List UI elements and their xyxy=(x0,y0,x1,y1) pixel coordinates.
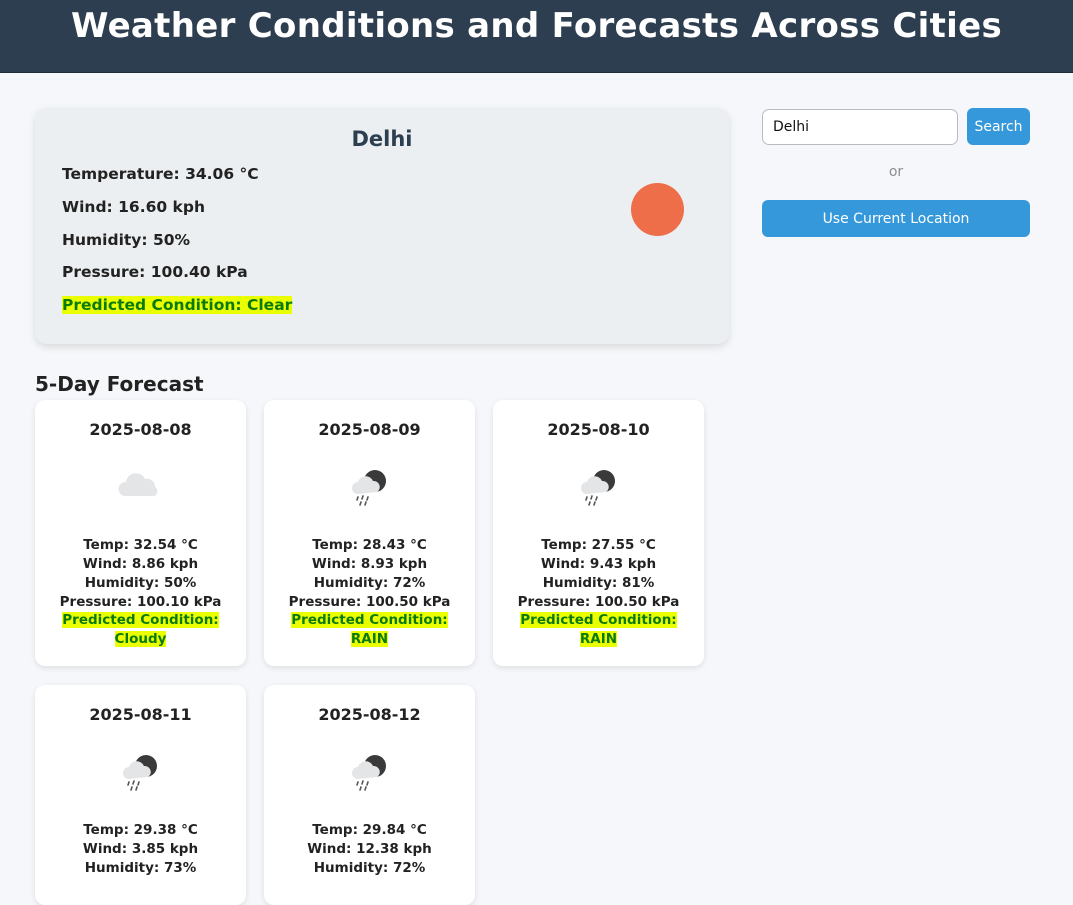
cloud-icon xyxy=(118,473,158,496)
forecast-date: 2025-08-12 xyxy=(318,705,421,724)
forecast-condition-value: RAIN xyxy=(350,631,389,647)
forecast-condition-value: RAIN xyxy=(579,631,618,647)
forecast-humidity: Humidity: 72% xyxy=(313,860,426,876)
or-separator: or xyxy=(888,164,904,180)
search-button[interactable]: Search xyxy=(967,108,1030,145)
forecast-wind: Wind: 8.86 kph xyxy=(82,556,199,572)
forecast-condition: Predicted Condition: RAIN xyxy=(284,611,455,649)
current-humidity: Humidity: 50% xyxy=(62,231,191,249)
city-search-input[interactable] xyxy=(762,109,958,145)
current-wind: Wind: 16.60 kph xyxy=(62,198,205,216)
page-header: Weather Conditions and Forecasts Across … xyxy=(0,0,1073,73)
forecast-date: 2025-08-09 xyxy=(318,420,421,439)
forecast-humidity: Humidity: 50% xyxy=(84,575,197,591)
forecast-card: 2025-08-12 Temp: 29.84 °C Wind: 12.38 kp… xyxy=(264,685,475,905)
forecast-date: 2025-08-11 xyxy=(89,705,192,724)
current-temperature: Temperature: 34.06 °C xyxy=(62,165,259,183)
forecast-card: 2025-08-08 Temp: 32.54 °C Wind: 8.86 kph… xyxy=(35,400,246,666)
forecast-date: 2025-08-08 xyxy=(89,420,192,439)
forecast-condition-value: Cloudy xyxy=(114,631,167,647)
forecast-temp: Temp: 28.43 °C xyxy=(312,537,427,553)
rain-night-icon xyxy=(352,470,386,506)
forecast-wind: Wind: 9.43 kph xyxy=(540,556,657,572)
rain-night-icon xyxy=(581,470,615,506)
forecast-wind: Wind: 8.93 kph xyxy=(311,556,428,572)
forecast-condition-label: Predicted Condition: xyxy=(62,612,219,628)
forecast-humidity: Humidity: 81% xyxy=(542,575,655,591)
forecast-card: 2025-08-11 Temp: 29.38 °C Wind: 3.85 kph… xyxy=(35,685,246,905)
city-name: Delhi xyxy=(351,127,413,151)
forecast-wind: Wind: 3.85 kph xyxy=(82,841,199,857)
forecast-humidity: Humidity: 73% xyxy=(84,860,197,876)
forecast-temp: Temp: 29.38 °C xyxy=(83,822,198,838)
forecast-card: 2025-08-09 Temp: 28.43 °C Wind: 8.93 kph… xyxy=(264,400,475,666)
current-weather-card: Delhi Temperature: 34.06 °C Wind: 16.60 … xyxy=(35,108,729,344)
forecast-heading: 5-Day Forecast xyxy=(35,372,204,396)
forecast-pressure: Pressure: 100.10 kPa xyxy=(59,594,222,610)
forecast-temp: Temp: 32.54 °C xyxy=(83,537,198,553)
forecast-wind: Wind: 12.38 kph xyxy=(307,841,432,857)
sun-icon xyxy=(631,183,684,236)
forecast-temp: Temp: 29.84 °C xyxy=(312,822,427,838)
rain-night-icon xyxy=(352,755,386,791)
forecast-card: 2025-08-10 Temp: 27.55 °C Wind: 9.43 kph… xyxy=(493,400,704,666)
current-condition: Predicted Condition: Clear xyxy=(62,296,293,314)
forecast-pressure: Pressure: 100.50 kPa xyxy=(288,594,451,610)
forecast-temp: Temp: 27.55 °C xyxy=(541,537,656,553)
forecast-pressure: Pressure: 100.50 kPa xyxy=(517,594,680,610)
forecast-humidity: Humidity: 72% xyxy=(313,575,426,591)
current-condition-label: Predicted Condition: Clear xyxy=(62,296,293,314)
rain-night-icon xyxy=(123,755,157,791)
forecast-condition: Predicted Condition: Cloudy xyxy=(55,611,226,649)
forecast-condition: Predicted Condition: RAIN xyxy=(513,611,684,649)
current-pressure: Pressure: 100.40 kPa xyxy=(62,263,248,281)
forecast-condition-label: Predicted Condition: xyxy=(520,612,677,628)
page-title: Weather Conditions and Forecasts Across … xyxy=(70,6,1002,46)
forecast-date: 2025-08-10 xyxy=(547,420,650,439)
use-current-location-button[interactable]: Use Current Location xyxy=(762,200,1030,237)
forecast-condition-label: Predicted Condition: xyxy=(291,612,448,628)
